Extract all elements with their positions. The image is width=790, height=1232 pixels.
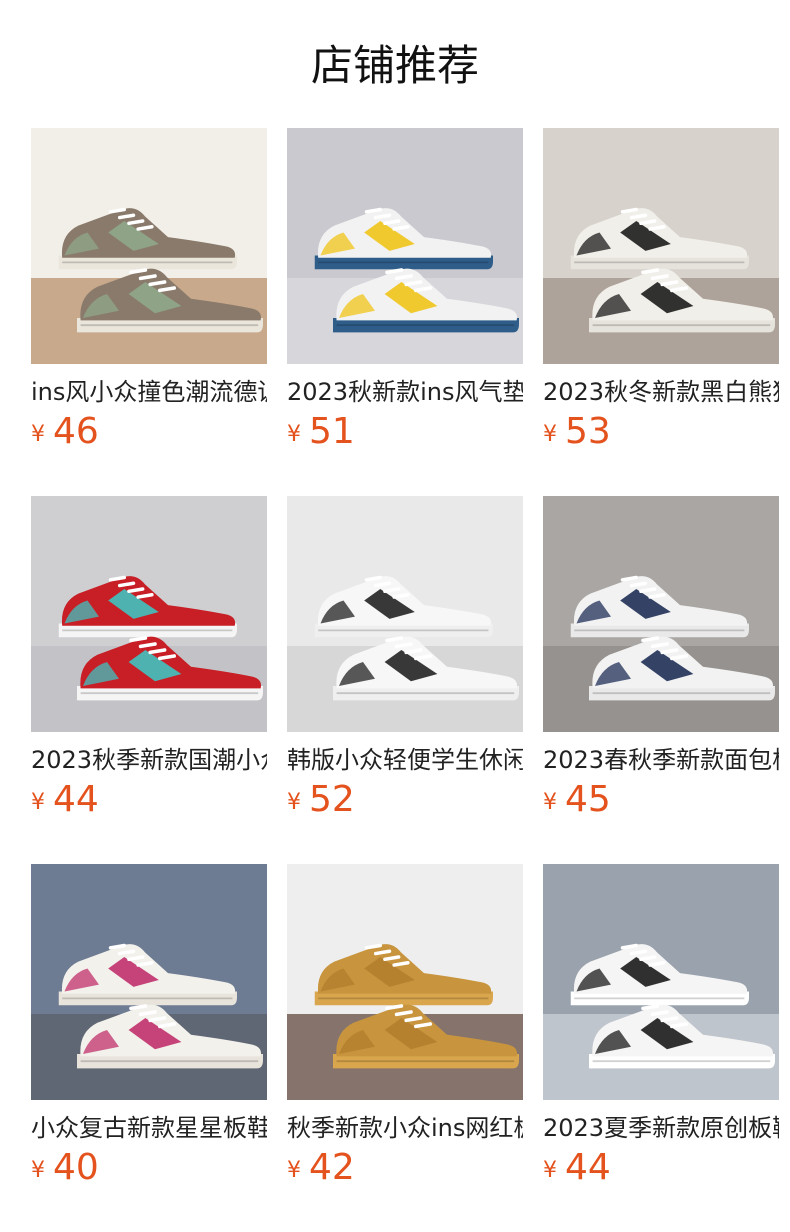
product-price: ¥51 — [287, 412, 523, 452]
black-white-panda-sneakers-photo — [543, 864, 779, 1100]
currency-symbol: ¥ — [543, 790, 557, 815]
product-image[interactable] — [31, 496, 267, 732]
product-name[interactable]: 2023夏季新款原创板鞋 — [543, 1114, 779, 1142]
product-name[interactable]: 2023秋季新款国潮小众板鞋 — [31, 746, 267, 774]
currency-symbol: ¥ — [543, 1158, 557, 1183]
yellow-blue-star-sneakers-photo — [287, 128, 523, 364]
currency-symbol: ¥ — [31, 422, 45, 447]
product-price: ¥42 — [287, 1148, 523, 1188]
product-image[interactable] — [287, 864, 523, 1100]
currency-symbol: ¥ — [287, 790, 301, 815]
product-image[interactable] — [287, 496, 523, 732]
product-card[interactable]: 2023春秋季新款面包板鞋 ¥45 — [543, 496, 779, 820]
product-price: ¥40 — [31, 1148, 267, 1188]
price-value: 53 — [565, 411, 611, 452]
currency-symbol: ¥ — [543, 422, 557, 447]
product-image[interactable] — [287, 128, 523, 364]
navy-lightblue-sneaker-in-hand-photo — [543, 496, 779, 732]
product-card[interactable]: 秋季新款小众ins网红板鞋 ¥42 — [287, 864, 523, 1188]
green-brown-sneakers-photo — [31, 128, 267, 364]
black-white-chunky-sneakers-photo — [543, 128, 779, 364]
product-name[interactable]: 2023秋新款ins风气垫板鞋 — [287, 378, 523, 406]
product-image[interactable] — [31, 864, 267, 1100]
product-price: ¥46 — [31, 412, 267, 452]
product-name[interactable]: ins风小众撞色潮流德训鞋 — [31, 378, 267, 406]
product-name[interactable]: 2023春秋季新款面包板鞋 — [543, 746, 779, 774]
white-pink-star-sneaker-photo — [31, 864, 267, 1100]
product-image[interactable] — [543, 864, 779, 1100]
price-value: 44 — [565, 1147, 611, 1188]
product-image[interactable] — [31, 128, 267, 364]
currency-symbol: ¥ — [31, 790, 45, 815]
product-card[interactable]: 2023夏季新款原创板鞋 ¥44 — [543, 864, 779, 1188]
product-image[interactable] — [543, 128, 779, 364]
product-grid: ins风小众撞色潮流德训鞋 ¥46 2023秋新款ins风气垫板鞋 ¥51 20… — [31, 128, 790, 1232]
price-value: 51 — [309, 411, 355, 452]
currency-symbol: ¥ — [287, 422, 301, 447]
product-name[interactable]: 秋季新款小众ins网红板鞋 — [287, 1114, 523, 1142]
product-card[interactable]: 小众复古新款星星板鞋 ¥40 — [31, 864, 267, 1188]
price-value: 40 — [53, 1147, 99, 1188]
product-price: ¥53 — [543, 412, 779, 452]
price-value: 52 — [309, 779, 355, 820]
product-card[interactable]: 2023秋冬新款黑白熊猫面包鞋 ¥53 — [543, 128, 779, 452]
product-image[interactable] — [543, 496, 779, 732]
currency-symbol: ¥ — [287, 1158, 301, 1183]
white-black-lace-sneakers-photo — [287, 496, 523, 732]
product-card[interactable]: ins风小众撞色潮流德训鞋 ¥46 — [31, 128, 267, 452]
product-price: ¥44 — [543, 1148, 779, 1188]
product-card[interactable]: 2023秋季新款国潮小众板鞋 ¥44 — [31, 496, 267, 820]
price-value: 46 — [53, 411, 99, 452]
red-teal-sneakers-photo — [31, 496, 267, 732]
price-value: 42 — [309, 1147, 355, 1188]
mustard-cross-sneakers-photo — [287, 864, 523, 1100]
product-name[interactable]: 韩版小众轻便学生休闲鞋 — [287, 746, 523, 774]
price-value: 45 — [565, 779, 611, 820]
product-name[interactable]: 2023秋冬新款黑白熊猫面包鞋 — [543, 378, 779, 406]
product-price: ¥44 — [31, 780, 267, 820]
product-name[interactable]: 小众复古新款星星板鞋 — [31, 1114, 267, 1142]
product-price: ¥45 — [543, 780, 779, 820]
currency-symbol: ¥ — [31, 1158, 45, 1183]
product-card[interactable]: 2023秋新款ins风气垫板鞋 ¥51 — [287, 128, 523, 452]
product-price: ¥52 — [287, 780, 523, 820]
page-title: 店铺推荐 — [310, 41, 479, 90]
price-value: 44 — [53, 779, 99, 820]
product-card[interactable]: 韩版小众轻便学生休闲鞋 ¥52 — [287, 496, 523, 820]
